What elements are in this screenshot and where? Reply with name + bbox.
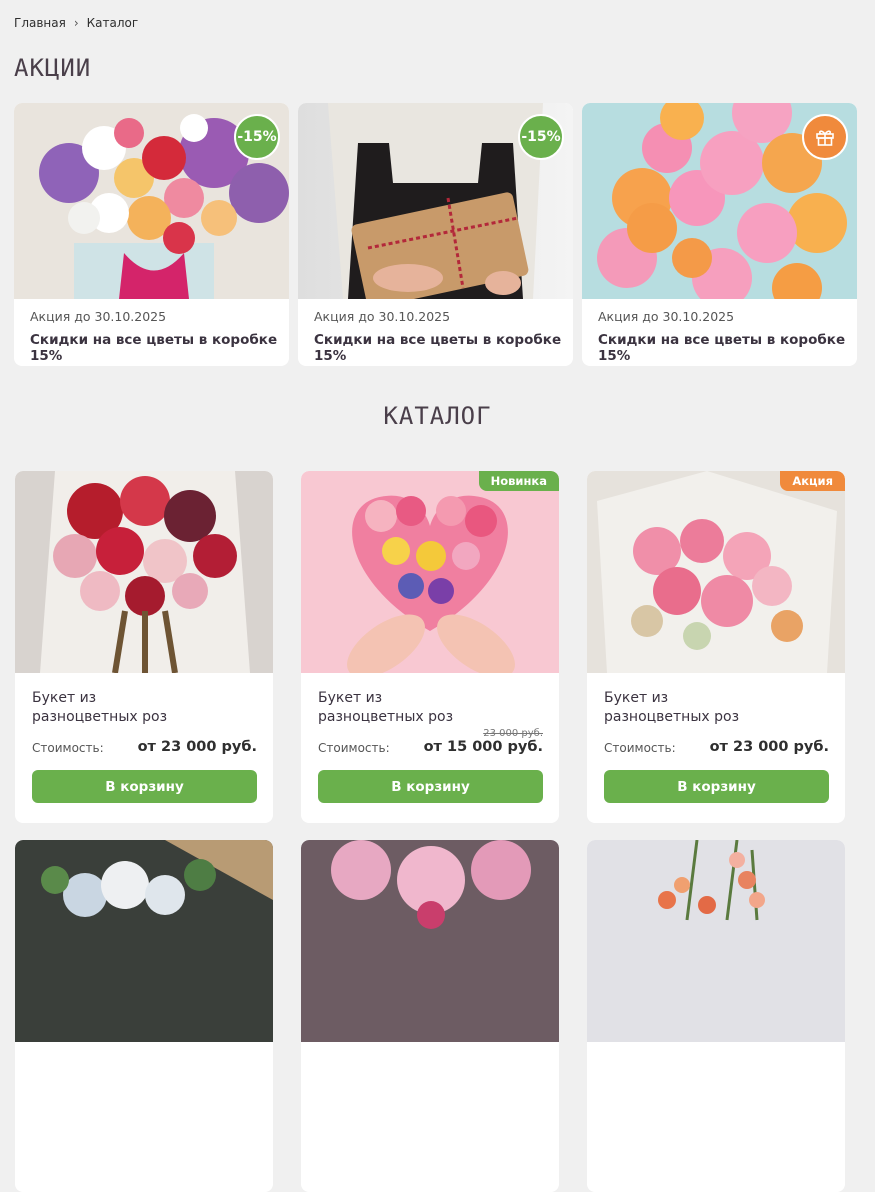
pink-bouquet-illustration: [597, 471, 837, 673]
promo-text: Скидки на все цветы в коробке 15%: [598, 332, 846, 364]
breadcrumb-current: Каталог: [86, 16, 139, 30]
promo-card[interactable]: Акция до 30.10.2025 Скидки на все цветы …: [582, 103, 857, 366]
gift-icon: [802, 114, 848, 160]
discount-badge: -15%: [234, 114, 280, 160]
product-name[interactable]: Букет из разноцветных роз: [32, 689, 202, 727]
promo-card[interactable]: -15% Акция до 30.10.2025 Скидки на все ц…: [14, 103, 289, 366]
price-label: Стоимость:: [32, 741, 104, 755]
product-image: [15, 840, 273, 1042]
product-card[interactable]: [587, 840, 845, 1192]
promo-text: Скидки на все цветы в коробке 15%: [314, 332, 562, 364]
product-card[interactable]: Букет из разноцветных роз Стоимость: от …: [15, 471, 273, 823]
old-price: 23 000 руб.: [483, 728, 543, 739]
price-label: Стоимость:: [318, 741, 390, 755]
add-to-cart-button[interactable]: В корзину: [318, 770, 543, 803]
product-price: от 23 000 руб.: [137, 739, 257, 755]
breadcrumb-home-link[interactable]: Главная: [14, 16, 66, 30]
product-card[interactable]: Новинка Букет из разноцветных роз 23 000…: [301, 471, 559, 823]
product-image: Новинка: [301, 471, 559, 673]
product-image: [15, 471, 273, 673]
promo-list: -15% Акция до 30.10.2025 Скидки на все ц…: [14, 103, 857, 366]
promo-date: Акция до 30.10.2025: [314, 309, 451, 324]
product-card[interactable]: [301, 840, 559, 1192]
product-name[interactable]: Букет из разноцветных роз: [318, 689, 488, 727]
promos-title: АКЦИИ: [14, 54, 92, 82]
add-to-cart-button[interactable]: В корзину: [604, 770, 829, 803]
product-name[interactable]: Букет из разноцветных роз: [604, 689, 774, 727]
promo-text: Скидки на все цветы в коробке 15%: [30, 332, 278, 364]
breadcrumb: Главная › Каталог: [14, 16, 138, 30]
promo-image-gift: -15%: [298, 103, 573, 299]
catalog-list: Букет из разноцветных роз Стоимость: от …: [15, 471, 845, 823]
price-label: Стоимость:: [604, 741, 676, 755]
product-card[interactable]: Акция Букет из разноцветных роз Стоимост…: [587, 471, 845, 823]
promo-date: Акция до 30.10.2025: [598, 309, 735, 324]
snapdragon-illustration: [658, 840, 765, 921]
add-to-cart-button[interactable]: В корзину: [32, 770, 257, 803]
catalog-list-next-row: [15, 840, 845, 1192]
product-card[interactable]: [15, 840, 273, 1192]
product-image: [301, 840, 559, 1042]
promo-badge: Акция: [780, 471, 845, 491]
product-price: от 23 000 руб.: [709, 739, 829, 755]
gift-glyph: [816, 130, 834, 146]
discount-badge: -15%: [518, 114, 564, 160]
product-image: Акция: [587, 471, 845, 673]
catalog-title: КАТАЛОГ: [383, 402, 492, 430]
promo-card[interactable]: -15% Акция до 30.10.2025 Скидки на все ц…: [298, 103, 573, 366]
product-image: [587, 840, 845, 1042]
promo-date: Акция до 30.10.2025: [30, 309, 167, 324]
white-bouquet-illustration: [41, 840, 273, 917]
bouquet-illustration: [40, 471, 250, 673]
pink-chrysanthemum-illustration: [331, 840, 531, 929]
heart-bouquet-illustration: [347, 495, 515, 673]
promo-image-balloons: [582, 103, 857, 299]
new-badge: Новинка: [478, 471, 559, 491]
promo-image-roses-box: -15%: [14, 103, 289, 299]
product-price: от 15 000 руб.: [423, 739, 543, 755]
breadcrumb-separator: ›: [73, 16, 79, 30]
